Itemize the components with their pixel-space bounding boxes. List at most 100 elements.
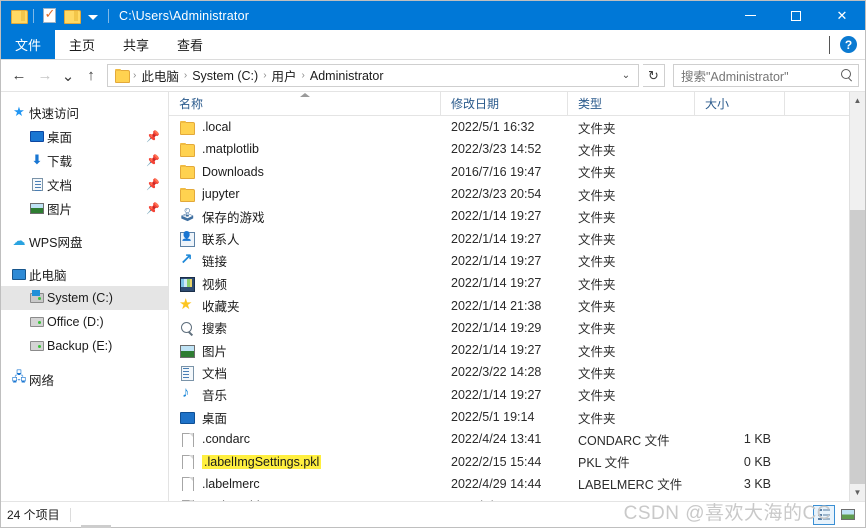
folder-icon[interactable] (7, 5, 29, 27)
properties-check-icon[interactable] (38, 5, 60, 27)
file-name-cell[interactable]: .condarc (169, 432, 441, 447)
scroll-up-button[interactable]: ▲ (850, 92, 865, 109)
file-name-cell[interactable]: 文档 (169, 363, 441, 382)
up-button[interactable]: ↑ (79, 64, 103, 88)
documents-icon (179, 365, 195, 381)
minimize-button[interactable] (727, 1, 773, 30)
sidebar-item-system-c[interactable]: System (C:) (1, 286, 168, 310)
table-row[interactable]: jupyter 2022/3/23 20:54 文件夹 (169, 183, 849, 205)
file-name-cell[interactable]: 保存的游戏 (169, 207, 441, 226)
file-name-cell[interactable]: .labelmerc (169, 476, 441, 492)
file-name-cell[interactable]: 链接 (169, 251, 441, 270)
table-row[interactable]: .condarc 2022/4/24 13:41 CONDARC 文件 1 KB (169, 428, 849, 450)
close-button[interactable]: ✕ (819, 1, 865, 30)
table-row[interactable]: 视频 2022/1/14 19:27 文件夹 (169, 272, 849, 294)
tab-home[interactable]: 主页 (55, 30, 109, 59)
sidebar-item-downloads[interactable]: ⬇ 下载 📌 (1, 148, 168, 172)
pin-icon[interactable]: 📌 (146, 178, 160, 191)
sidebar-item-pictures[interactable]: 图片 📌 (1, 196, 168, 220)
chevron-down-icon[interactable] (829, 35, 830, 54)
search-icon (179, 320, 195, 335)
file-name-cell[interactable]: .matplotlib (169, 142, 441, 157)
column-header-size[interactable]: 大小 (695, 92, 785, 115)
sidebar-item-office-d[interactable]: Office (D:) (1, 310, 168, 334)
scrollbar-track[interactable] (850, 109, 865, 484)
address-dropdown-icon[interactable]: ⌄ (618, 70, 634, 81)
scrollbar-thumb[interactable] (850, 210, 865, 484)
table-row[interactable]: Downloads 2016/7/16 19:47 文件夹 (169, 161, 849, 183)
sidebar-item-desktop[interactable]: 桌面 📌 (1, 124, 168, 148)
breadcrumb-item-administrator[interactable]: Administrator (306, 69, 388, 83)
forward-button[interactable]: → (33, 64, 57, 88)
file-name-label: 保存的游戏 (202, 210, 265, 225)
sidebar-item-label: Backup (E:) (47, 339, 113, 353)
table-row[interactable]: .labelmerc 2022/4/29 14:44 LABELMERC 文件 3 K… (169, 473, 849, 495)
table-row[interactable]: .local 2022/5/1 16:32 文件夹 (169, 116, 849, 138)
sidebar-item-documents[interactable]: 文档 📌 (1, 172, 168, 196)
column-header-name[interactable]: 名称 (169, 92, 441, 115)
file-name-cell[interactable]: .local (169, 120, 441, 135)
file-name-cell[interactable]: 视频 (169, 274, 441, 293)
customize-dropdown-icon[interactable] (82, 5, 104, 27)
network-icon: 🖧 (11, 369, 27, 384)
file-name-cell[interactable]: 联系人 (169, 229, 441, 248)
file-name-cell[interactable]: 图片 (169, 341, 441, 360)
new-folder-icon[interactable] (60, 5, 82, 27)
pin-icon[interactable]: 📌 (146, 202, 160, 215)
file-name-cell[interactable]: .labelImgSettings.pkl (169, 454, 441, 470)
refresh-button[interactable]: ↻ (643, 64, 665, 87)
table-row[interactable]: .matplotlib 2022/3/23 14:52 文件夹 (169, 138, 849, 160)
table-row[interactable]: 链接 2022/1/14 19:27 文件夹 (169, 250, 849, 272)
games-icon (179, 207, 196, 224)
scroll-down-button[interactable]: ▼ (850, 484, 865, 501)
table-row[interactable]: 图片 2022/1/14 19:27 文件夹 (169, 339, 849, 361)
sidebar-item-network[interactable]: 🖧 网络 (1, 367, 168, 391)
sidebar-item-quick-access[interactable]: ★ 快速访问 (1, 100, 168, 124)
sidebar-item-label: Office (D:) (47, 315, 104, 329)
vertical-scrollbar[interactable]: ▲ ▼ (849, 92, 865, 501)
sidebar-item-backup-e[interactable]: Backup (E:) (1, 334, 168, 358)
documents-icon (27, 177, 47, 191)
table-row[interactable]: 收藏夹 2022/1/14 21:38 文件夹 (169, 294, 849, 316)
table-row[interactable]: 桌面 2022/5/1 19:14 文件夹 (169, 406, 849, 428)
breadcrumb-item-this-pc[interactable]: 此电脑 (137, 66, 183, 85)
table-row[interactable]: .labelImgSettings.pkl 2022/2/15 15:44 PKL … (169, 450, 849, 472)
breadcrumb[interactable]: › 此电脑 › System (C:) › 用户 › Administrator… (107, 64, 639, 87)
pin-icon[interactable]: 📌 (146, 130, 160, 143)
recent-locations-button[interactable]: ⌄ (59, 64, 77, 88)
back-button[interactable]: ← (7, 64, 31, 88)
sidebar-item-label: System (C:) (47, 291, 113, 305)
file-name-cell[interactable]: 收藏夹 (169, 296, 441, 315)
file-name-label: 桌面 (202, 411, 228, 426)
column-header-date[interactable]: 修改日期 (441, 92, 568, 115)
file-name-cell[interactable]: jupyter (169, 187, 441, 202)
sidebar-item-wps-cloud[interactable]: ☁ WPS网盘 (1, 229, 168, 253)
large-icons-view-icon[interactable] (837, 505, 859, 525)
file-name-cell[interactable]: 桌面 (169, 408, 441, 427)
file-name-cell[interactable]: 搜索 (169, 318, 441, 337)
sidebar-item-this-pc[interactable]: 此电脑 (1, 262, 168, 286)
sidebar-item-label: 文档 (47, 178, 73, 193)
table-row[interactable]: 保存的游戏 2022/1/14 19:27 文件夹 (169, 205, 849, 227)
tab-share[interactable]: 共享 (109, 30, 163, 59)
table-row[interactable]: 搜索 2022/1/14 19:29 文件夹 (169, 317, 849, 339)
column-label: 大小 (705, 97, 730, 111)
file-icon (179, 432, 195, 447)
table-row[interactable]: 联系人 2022/1/14 19:27 文件夹 (169, 227, 849, 249)
column-header-type[interactable]: 类型 (568, 92, 695, 115)
pin-icon[interactable]: 📌 (146, 154, 160, 167)
file-name-cell[interactable]: 音乐 (169, 385, 441, 404)
tab-view[interactable]: 查看 (163, 30, 217, 59)
file-name-cell[interactable]: Downloads (169, 164, 441, 180)
search-input[interactable]: 搜索"Administrator" (681, 66, 841, 85)
details-view-icon[interactable] (813, 504, 835, 525)
table-row[interactable]: 音乐 2022/1/14 19:27 文件夹 (169, 384, 849, 406)
table-row[interactable]: 文档 2022/3/22 14:28 文件夹 (169, 361, 849, 383)
search-box[interactable]: 搜索"Administrator" (673, 64, 859, 87)
breadcrumb-item-users[interactable]: 用户 (268, 66, 301, 85)
tab-file[interactable]: 文件 (1, 30, 56, 59)
pictures-icon (27, 202, 47, 214)
maximize-button[interactable] (773, 1, 819, 30)
breadcrumb-item-system-c[interactable]: System (C:) (188, 69, 262, 83)
help-icon[interactable]: ? (840, 36, 857, 53)
